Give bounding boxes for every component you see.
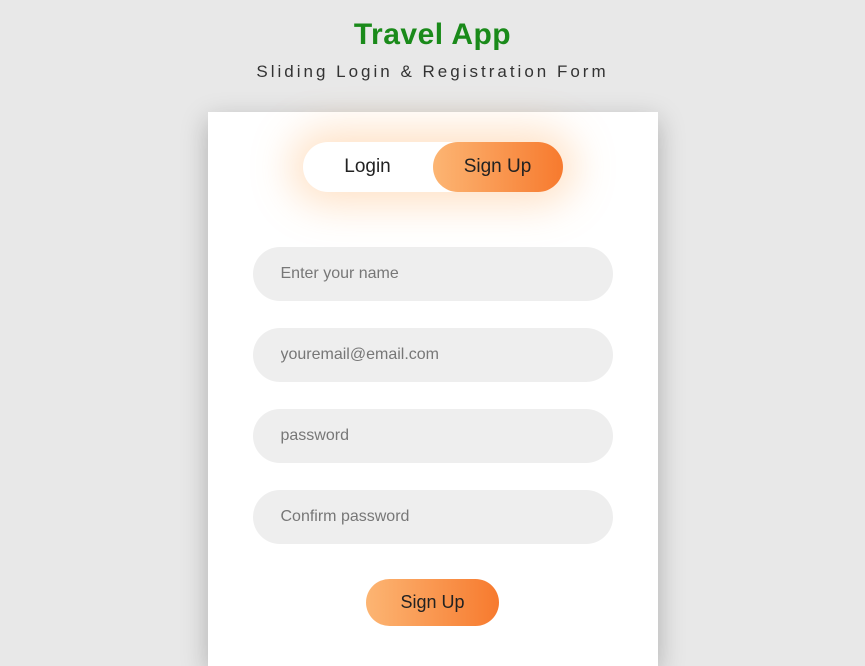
page-header: Travel App Sliding Login & Registration … — [0, 0, 865, 82]
signup-toggle-button[interactable]: Sign Up — [433, 142, 563, 192]
login-toggle-button[interactable]: Login — [303, 142, 433, 192]
page-title: Travel App — [0, 18, 865, 52]
confirm-password-field[interactable] — [253, 490, 613, 544]
submit-button[interactable]: Sign Up — [366, 579, 498, 626]
name-field[interactable] — [253, 247, 613, 301]
page-subtitle: Sliding Login & Registration Form — [0, 62, 865, 82]
form-card: Login Sign Up Sign Up — [208, 112, 658, 666]
mode-toggle: Login Sign Up — [303, 142, 563, 192]
password-field[interactable] — [253, 409, 613, 463]
email-field[interactable] — [253, 328, 613, 382]
